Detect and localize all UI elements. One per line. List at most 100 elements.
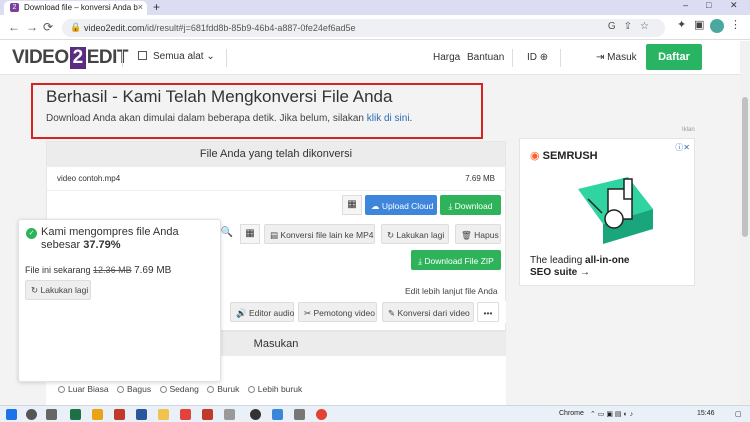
redo-compress-button[interactable]: ↻ Lakukan lagi — [25, 280, 91, 300]
forward-button[interactable]: → — [26, 20, 38, 34]
file-icon: ▤ — [270, 230, 279, 240]
upload-cloud-button[interactable]: ☁ Upload Cloud — [365, 195, 437, 215]
login-icon: ⇥ — [596, 52, 605, 63]
download-button[interactable]: ⤓ Download — [440, 195, 501, 215]
video-cutter-button[interactable]: ✂ Pemotong video — [298, 302, 377, 322]
url-path: /id/result#j=681fdd8b-85b9-46b4-a887-0fe… — [144, 23, 356, 33]
audio-editor-button[interactable]: 🔊 Editor audio — [230, 302, 294, 322]
close-window-button[interactable]: ✕ — [730, 0, 738, 11]
firefox-icon[interactable] — [180, 409, 191, 420]
flame-icon: ◉ — [530, 150, 540, 162]
header-divider — [226, 49, 227, 67]
app-icon[interactable] — [202, 409, 213, 420]
success-banner: Berhasil - Kami Telah Mengkonversi File … — [46, 87, 486, 142]
header-divider — [122, 49, 123, 67]
site-header: VIDEO 2 EDIT Semua alat ⌄ Harga Bantuan ID… — [0, 41, 740, 75]
task-view-icon[interactable] — [46, 409, 57, 420]
register-button[interactable]: Daftar — [646, 44, 702, 70]
browser-menu-icon[interactable]: ⋮ — [730, 18, 741, 31]
semrush-logo: ◉ SEMRUSH — [530, 150, 598, 162]
rating-option[interactable]: Sedang — [159, 384, 199, 394]
download-icon: ⤓ — [418, 256, 422, 266]
advertisement[interactable]: ⓘ✕ ◉ SEMRUSH The leading all-in-one SEO s… — [519, 138, 695, 286]
rating-option[interactable]: Luar Biasa — [58, 384, 109, 394]
globe-icon: ⊕ — [539, 52, 549, 63]
scrollbar-thumb[interactable] — [742, 97, 748, 237]
tab-title: Download file – konversi Anda b — [24, 3, 138, 12]
redo-icon: ↻ — [387, 230, 395, 240]
maximize-button[interactable]: □ — [706, 0, 711, 10]
ad-text: The leading all-in-one SEO suite → — [530, 255, 630, 278]
clock[interactable]: 15:46 — [697, 410, 715, 417]
new-size-line: File ini sekarang 12.36 MB 7.69 MB — [25, 265, 172, 276]
language-selector[interactable]: ID ⊕ — [527, 52, 548, 63]
chrome-icon[interactable] — [316, 409, 327, 420]
lock-icon: 🔒 — [70, 22, 82, 32]
word-icon[interactable] — [136, 409, 147, 420]
click-here-link[interactable]: klik di sini — [367, 113, 410, 124]
site-logo[interactable]: VIDEO 2 EDIT — [12, 47, 128, 69]
radio-icon — [58, 386, 65, 393]
qr-icon: ▦ — [347, 199, 357, 210]
extensions-icon[interactable]: ✦ — [677, 18, 686, 31]
help-link[interactable]: Bantuan — [467, 52, 504, 63]
address-bar[interactable]: 🔒 video2edit.com/id/result#j=681fdd8b-85… — [62, 19, 665, 37]
rating-option[interactable]: Bagus — [117, 384, 151, 394]
tab-close-icon[interactable]: × — [138, 2, 143, 12]
excel-icon[interactable] — [70, 409, 81, 420]
pricing-link[interactable]: Harga — [433, 52, 460, 63]
file-row: video contoh.mp4 7.69 MB — [47, 167, 505, 191]
file-size: 7.69 MB — [465, 174, 495, 183]
sidepanel-icon[interactable]: ▣ — [694, 18, 704, 31]
rating-option[interactable]: Buruk — [207, 384, 239, 394]
app-icon[interactable] — [272, 409, 283, 420]
file-name: video contoh.mp4 — [57, 174, 121, 183]
minimize-button[interactable]: – — [683, 0, 688, 10]
qr-code-button-2[interactable]: ▦ — [240, 224, 260, 244]
ad-illustration — [578, 177, 653, 244]
tray-icons[interactable]: ⌃ ▭ ▣ ▤ ◐ ♪ — [590, 410, 633, 418]
ad-label: Iklan — [682, 127, 695, 133]
notification-icon[interactable]: ▢ — [735, 410, 742, 418]
check-circle-icon: ✓ — [26, 228, 37, 239]
convert-video-button[interactable]: ✎ Konversi dari video — [382, 302, 474, 322]
search-icon[interactable] — [26, 409, 37, 420]
app-icon[interactable] — [250, 409, 261, 420]
download-zip-button[interactable]: ⤓ Download File ZIP — [411, 250, 501, 270]
back-button[interactable]: ← — [8, 20, 20, 34]
edit-icon: ✎ — [388, 308, 396, 318]
powerpoint-icon[interactable] — [114, 409, 125, 420]
ad-choices-icon[interactable]: ⓘ✕ — [675, 142, 690, 153]
windows-start-icon[interactable] — [6, 409, 17, 420]
settings-icon[interactable] — [294, 409, 305, 420]
browser-tab[interactable]: 2 Download file – konversi Anda b × — [4, 1, 147, 15]
vlc-icon[interactable] — [92, 409, 103, 420]
delete-button[interactable]: 🗑 Hapus — [455, 224, 501, 244]
profile-avatar[interactable] — [710, 19, 724, 33]
radio-icon — [207, 386, 215, 393]
do-again-button[interactable]: ↻ Lakukan lagi — [381, 224, 449, 244]
editor-tools-row: 🔊 Editor audio ✂ Pemotong video ✎ Konver… — [228, 301, 506, 323]
trash-icon: 🗑 — [461, 230, 472, 240]
all-tools-menu[interactable]: Semua alat ⌄ — [138, 51, 215, 62]
chevron-down-icon: ⌄ — [206, 51, 215, 62]
url-domain: video2edit.com — [84, 23, 145, 33]
omnibox-actions[interactable]: G⇪☆ — [608, 21, 657, 32]
explorer-icon[interactable] — [158, 409, 169, 420]
more-options-button[interactable]: ••• — [477, 302, 499, 322]
rating-option[interactable]: Lebih buruk — [247, 384, 302, 394]
page-scrollbar[interactable] — [740, 41, 750, 405]
scissors-icon: ✂ — [304, 308, 312, 318]
taskbar-chrome-label: Chrome — [559, 410, 584, 417]
redo-icon: ↻ — [31, 285, 39, 295]
qr-code-button[interactable]: ▦ — [342, 195, 362, 215]
new-tab-button[interactable]: + — [153, 0, 160, 14]
reload-button[interactable]: ⟳ — [43, 20, 53, 34]
login-link[interactable]: ⇥ Masuk — [596, 52, 637, 63]
app-icon[interactable] — [224, 409, 235, 420]
search-icon: 🔍 — [220, 227, 234, 238]
convert-other-button[interactable]: ▤ Konversi file lain ke MP4 — [264, 224, 375, 244]
page-title: Berhasil - Kami Telah Mengkonversi File … — [46, 87, 393, 106]
radio-icon — [117, 386, 125, 393]
download-note: Download Anda akan dimulai dalam beberap… — [46, 113, 413, 124]
